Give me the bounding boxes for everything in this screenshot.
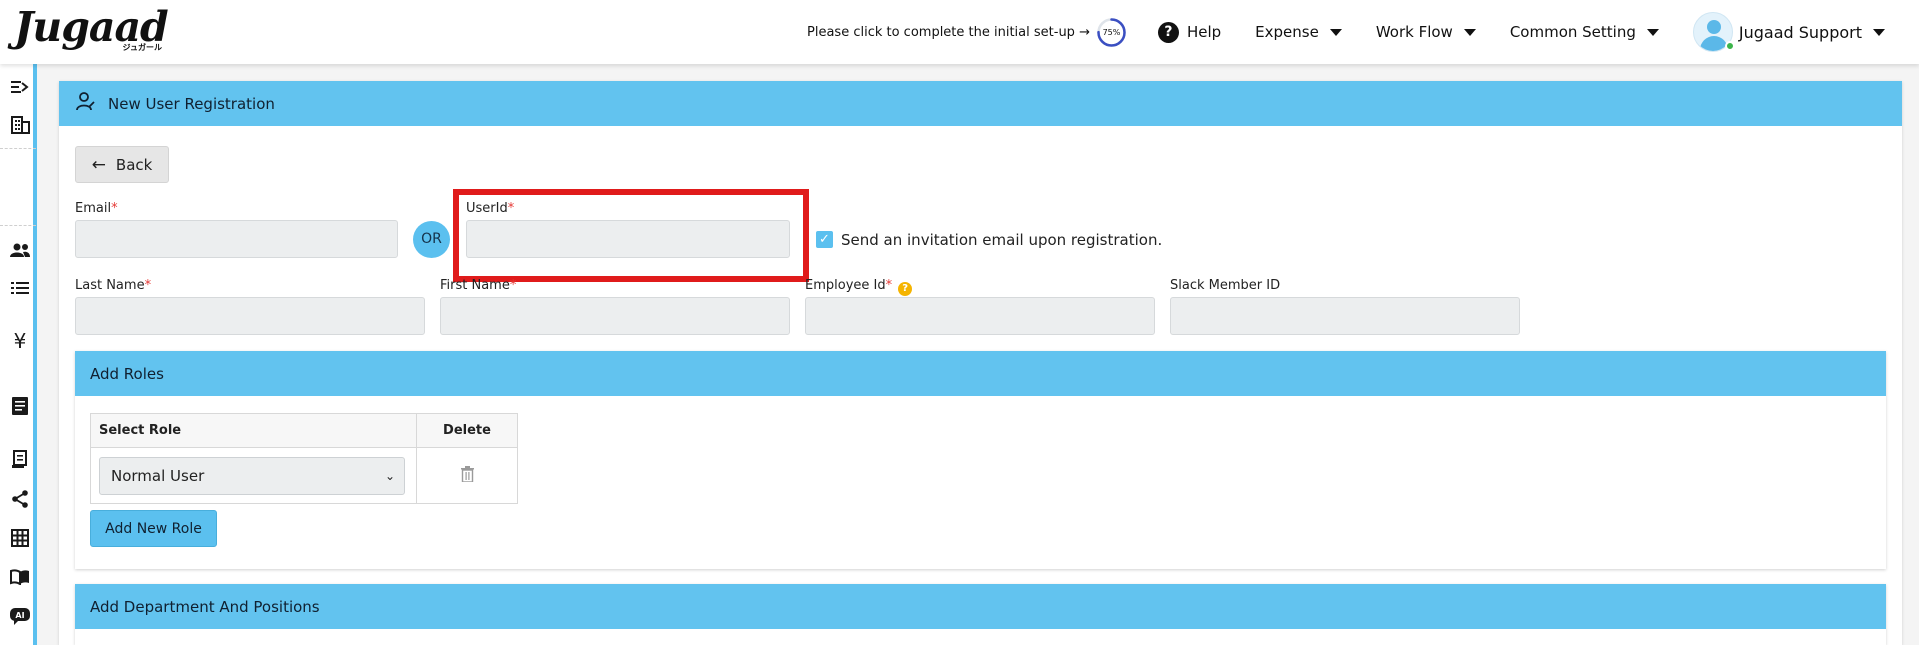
user-name: Jugaad Support: [1738, 22, 1862, 42]
ai-chat-icon[interactable]: AI: [9, 606, 31, 628]
users-icon[interactable]: [9, 239, 31, 261]
book-icon[interactable]: [9, 566, 31, 588]
info-icon[interactable]: ?: [898, 282, 913, 296]
last-name-label: Last Name*: [75, 278, 152, 293]
email-input[interactable]: [75, 220, 398, 258]
slack-member-id-label: Slack Member ID: [1170, 278, 1281, 293]
menu-expand-icon[interactable]: [9, 76, 31, 98]
add-department-section: Add Department And Positions: [75, 584, 1886, 645]
grid-icon[interactable]: [9, 527, 31, 549]
setup-progress-text: 75%: [1102, 27, 1121, 37]
table-row: Normal User ⌄: [90, 447, 518, 504]
yen-icon[interactable]: ¥: [9, 329, 31, 353]
card-header: New User Registration: [59, 81, 1902, 126]
caret-down-icon: [1873, 28, 1885, 36]
common-setting-menu[interactable]: Common Setting: [1510, 23, 1659, 41]
top-navbar: Jugaad ジュガール Please click to complete th…: [0, 0, 1919, 64]
caret-down-icon: [1646, 28, 1659, 36]
common-setting-menu-label: Common Setting: [1509, 23, 1636, 41]
caret-down-icon: [1463, 28, 1476, 36]
role-select-value: Normal User: [111, 466, 205, 485]
employee-id-label: Employee Id*?: [805, 278, 913, 296]
share-icon[interactable]: [9, 488, 31, 510]
user-edit-icon: [76, 92, 96, 115]
last-name-input[interactable]: [75, 297, 425, 335]
help-label: Help: [1186, 23, 1222, 41]
receipt-icon[interactable]: [9, 448, 31, 470]
add-roles-section: Add Roles Select Role Delete Normal User…: [75, 351, 1886, 569]
caret-down-icon: [1329, 28, 1342, 36]
back-button-label: Back: [115, 155, 153, 174]
logo-subtext: ジュガール: [122, 43, 162, 52]
chevron-down-icon: ⌄: [384, 468, 395, 483]
user-menu[interactable]: Jugaad Support: [1692, 12, 1885, 52]
page-title: New User Registration: [108, 94, 275, 113]
add-new-role-button[interactable]: Add New Role: [90, 510, 217, 547]
workflow-menu[interactable]: Work Flow: [1376, 23, 1476, 41]
add-roles-header: Add Roles: [75, 351, 1886, 396]
invite-checkbox[interactable]: ✓: [816, 231, 833, 248]
help-link[interactable]: ? Help: [1157, 21, 1222, 43]
app-logo[interactable]: Jugaad ジュガール: [14, 6, 170, 52]
setup-link[interactable]: Please click to complete the initial set…: [807, 25, 1090, 40]
userid-highlight-box: [453, 189, 809, 282]
online-status-dot: [1724, 41, 1735, 51]
back-button[interactable]: ← Back: [75, 146, 169, 183]
trash-icon[interactable]: [460, 465, 474, 486]
help-icon: ?: [1157, 21, 1179, 43]
list-icon[interactable]: [9, 277, 31, 299]
expense-menu[interactable]: Expense: [1255, 23, 1342, 41]
email-label: Email*: [75, 201, 118, 216]
select-role-header: Select Role: [90, 413, 417, 448]
roles-table: Select Role Delete Normal User ⌄: [90, 413, 518, 504]
sidebar: ¥ AI: [0, 64, 37, 645]
first-name-label: First Name*: [440, 278, 517, 293]
building-icon[interactable]: [9, 114, 31, 136]
document-icon[interactable]: [9, 395, 31, 417]
delete-header: Delete: [416, 413, 518, 448]
workflow-menu-label: Work Flow: [1375, 23, 1453, 41]
slack-member-id-input[interactable]: [1170, 297, 1520, 335]
role-select[interactable]: Normal User ⌄: [99, 456, 405, 495]
first-name-input[interactable]: [440, 297, 790, 335]
employee-id-input[interactable]: [805, 297, 1155, 335]
setup-progress-ring[interactable]: 75%: [1096, 17, 1127, 48]
user-registration-card: New User Registration ← Back Email* OR U…: [59, 81, 1902, 645]
or-badge: OR: [413, 221, 450, 258]
invite-label[interactable]: Send an invitation email upon registrati…: [833, 231, 1162, 249]
add-department-header: Add Department And Positions: [75, 584, 1886, 629]
expense-menu-label: Expense: [1255, 23, 1319, 41]
svg-text:AI: AI: [15, 611, 24, 620]
arrow-left-icon: ←: [91, 154, 106, 175]
